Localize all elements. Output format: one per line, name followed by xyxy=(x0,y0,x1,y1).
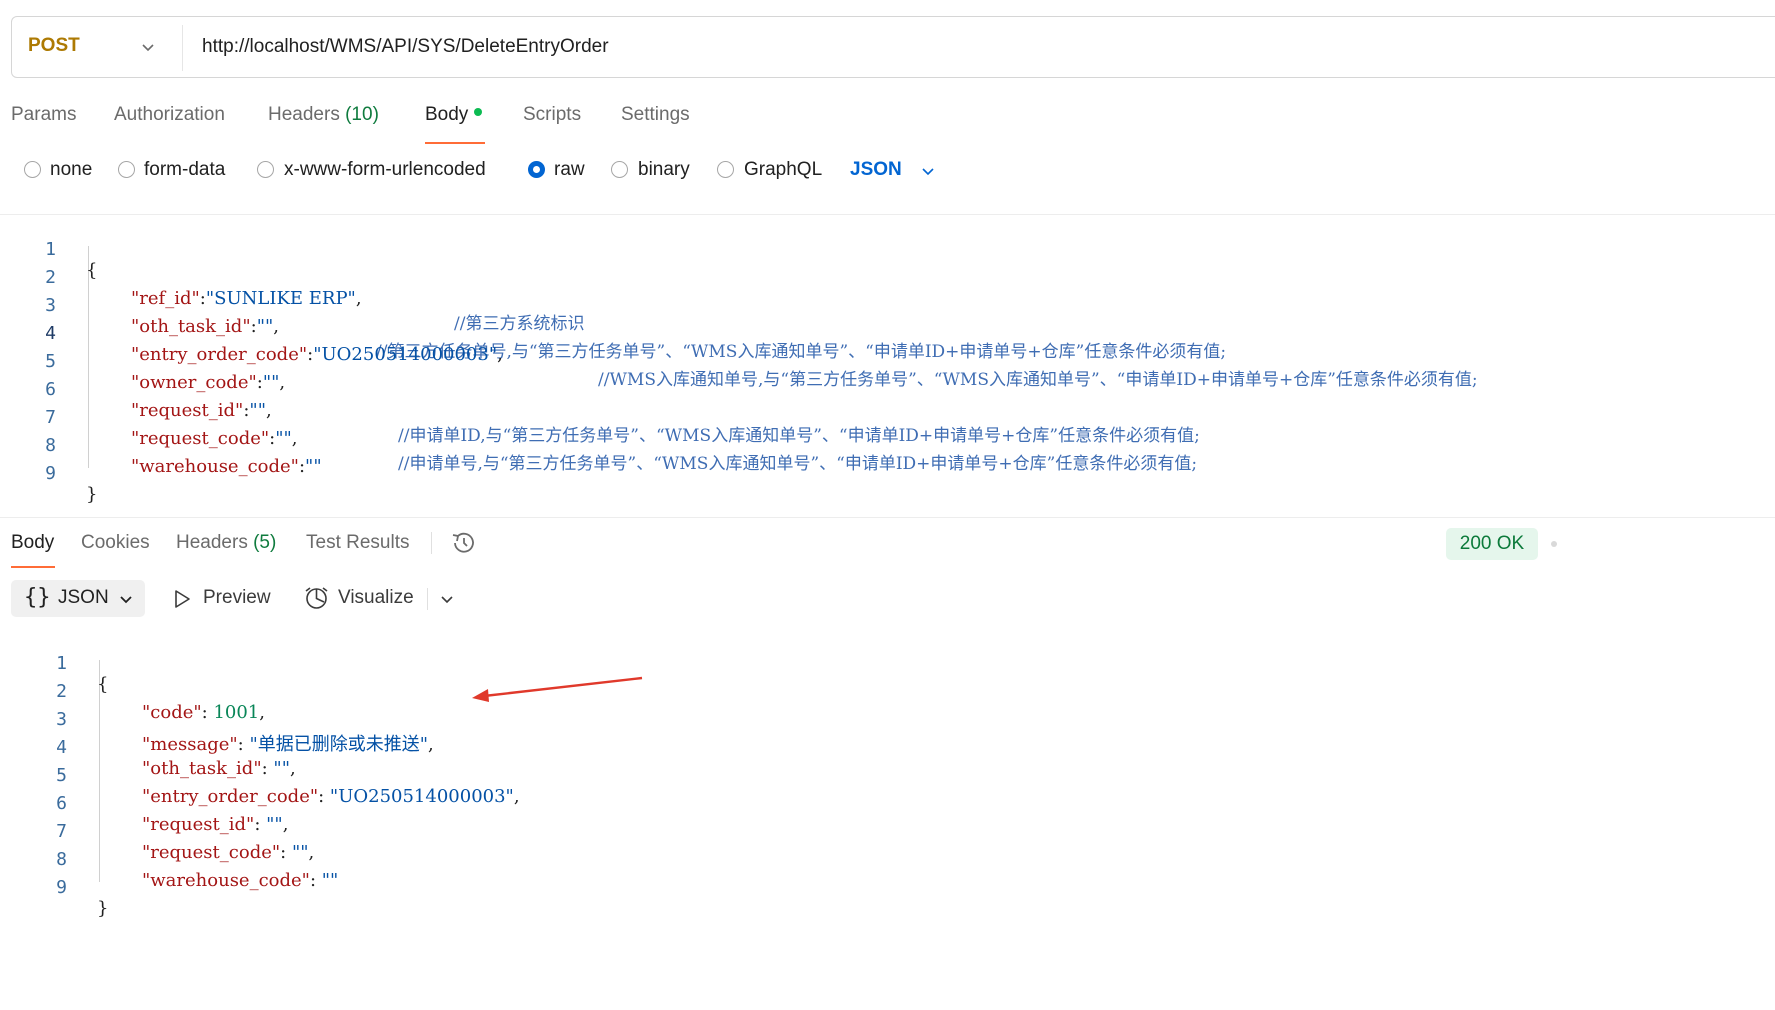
radio-graphql-label: GraphQL xyxy=(744,159,823,180)
response-tab-headers-count: (5) xyxy=(253,532,277,553)
divider xyxy=(0,214,1775,215)
radio-binary-label: binary xyxy=(638,159,690,180)
code-line: 8 "warehouse_code": "" xyxy=(56,849,339,891)
code-line: 1 { xyxy=(45,239,98,281)
divider xyxy=(431,532,432,554)
tab-scripts[interactable]: Scripts xyxy=(523,104,581,126)
code-line: 5 "entry_order_code": "UO250514000003", xyxy=(56,765,520,807)
tab-settings[interactable]: Settings xyxy=(621,104,690,126)
code-line: 7 "request_code":"", //申请单号,与“第三方任务单号”、“… xyxy=(45,407,1198,474)
radio-raw-label: raw xyxy=(554,159,585,180)
code-line: 6 "request_id": "", xyxy=(56,793,289,835)
code-line: 2 "ref_id":"SUNLIKE ERP", //第三方系统标识 xyxy=(45,267,585,334)
response-body-viewer: 1 { 2 "code": 1001, 3 "message": "单据已删除或… xyxy=(0,630,1775,919)
divider xyxy=(182,25,183,71)
response-tab-test-results[interactable]: Test Results xyxy=(306,532,409,554)
tab-headers-count: (10) xyxy=(345,104,379,125)
radio-form-data[interactable] xyxy=(118,161,135,178)
code-line: 5 "owner_code":"", xyxy=(45,351,286,393)
response-format-label: JSON xyxy=(58,587,109,608)
response-tab-body[interactable]: Body xyxy=(11,532,54,554)
chevron-down-icon[interactable] xyxy=(920,163,936,179)
code-comment: //WMS入库通知单号,与“第三方任务单号”、“WMS入库通知单号”、“申请单I… xyxy=(598,370,1478,390)
code-comment: //第三方系统标识 xyxy=(454,314,585,334)
divider xyxy=(427,588,428,610)
request-body-editor[interactable]: 1 { 2 "ref_id":"SUNLIKE ERP", //第三方系统标识 … xyxy=(0,216,1775,505)
chevron-down-icon[interactable] xyxy=(118,591,134,607)
code-comment: //第三方任务单号,与“第三方任务单号”、“WMS入库通知单号”、“申请单ID+… xyxy=(376,342,1227,362)
tab-body[interactable]: Body xyxy=(425,104,483,126)
code-comment: //申请单ID,与“第三方任务单号”、“WMS入库通知单号”、“申请单ID+申请… xyxy=(398,426,1200,446)
annotation-arrow xyxy=(472,676,643,702)
code-line: 8 "warehouse_code":"" xyxy=(45,435,322,477)
body-indicator-dot xyxy=(474,107,483,116)
visualize-icon xyxy=(305,587,328,609)
code-comment: //申请单号,与“第三方任务单号”、“WMS入库通知单号”、“申请单ID+申请单… xyxy=(398,454,1198,474)
radio-graphql[interactable] xyxy=(717,161,734,178)
divider xyxy=(0,517,1775,518)
radio-none[interactable] xyxy=(24,161,41,178)
code-line: 6 "request_id":"", //申请单ID,与“第三方任务单号”、“W… xyxy=(45,379,1200,446)
preview-button[interactable]: Preview xyxy=(203,587,271,609)
code-line: 4 "entry_order_code":"UO250514000003", /… xyxy=(45,323,1478,390)
response-tab-cookies[interactable]: Cookies xyxy=(81,532,150,554)
radio-urlencoded[interactable] xyxy=(257,161,274,178)
code-line: 9 } xyxy=(45,463,98,505)
radio-raw[interactable] xyxy=(528,161,545,178)
code-line: 9 } xyxy=(56,877,109,919)
active-response-tab-indicator xyxy=(11,566,55,568)
radio-none-label: none xyxy=(50,159,93,180)
url-bar: POST http://localhost/WMS/API/SYS/Delete… xyxy=(11,16,1775,78)
code-line: 4 "oth_task_id": "", xyxy=(56,737,296,779)
play-icon xyxy=(175,590,190,608)
tab-headers[interactable]: Headers (10) xyxy=(268,104,379,126)
tab-authorization[interactable]: Authorization xyxy=(114,104,225,126)
code-line: 3 "oth_task_id":"", //第三方任务单号,与“第三方任务单号”… xyxy=(45,295,1227,362)
body-format-select[interactable]: JSON xyxy=(850,159,902,181)
code-line: 7 "request_code": "", xyxy=(56,821,315,863)
visualize-button[interactable]: Visualize xyxy=(338,587,414,609)
braces-icon: {} xyxy=(24,585,51,610)
code-line: 2 "code": 1001, xyxy=(56,681,265,723)
response-message-value: "单据已删除或未推送" xyxy=(249,734,429,755)
tab-body-label: Body xyxy=(425,104,469,125)
response-tab-headers-label: Headers xyxy=(176,532,248,553)
code-line: 3 "message": "单据已删除或未推送", xyxy=(56,709,434,755)
tab-params[interactable]: Params xyxy=(11,104,76,126)
code-line: 1 { xyxy=(56,653,109,695)
method-select[interactable]: POST xyxy=(28,35,80,57)
url-input[interactable]: http://localhost/WMS/API/SYS/DeleteEntry… xyxy=(202,36,609,58)
status-indicator xyxy=(1551,541,1557,547)
response-tab-headers[interactable]: Headers (5) xyxy=(176,532,276,554)
tab-headers-label: Headers xyxy=(268,104,340,125)
chevron-down-icon[interactable] xyxy=(140,39,156,55)
status-badge: 200 OK xyxy=(1446,528,1538,560)
active-tab-indicator xyxy=(425,142,485,144)
radio-form-data-label: form-data xyxy=(144,159,226,180)
history-icon[interactable] xyxy=(450,531,476,555)
chevron-down-icon[interactable] xyxy=(439,591,455,607)
radio-urlencoded-label: x-www-form-urlencoded xyxy=(284,159,486,180)
radio-binary[interactable] xyxy=(611,161,628,178)
